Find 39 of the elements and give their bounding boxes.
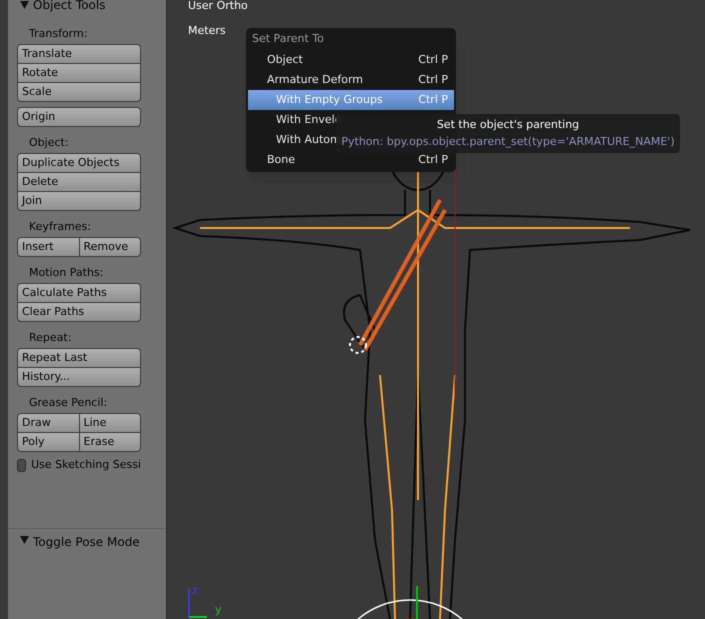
section-label: Grease Pencil: bbox=[28, 397, 108, 411]
section-label: Keyframes: bbox=[28, 221, 92, 235]
tool-button[interactable]: Calculate Paths bbox=[17, 283, 141, 303]
tool-button[interactable]: Erase bbox=[78, 432, 141, 452]
tooltip-text: Set the object's parenting bbox=[436, 117, 580, 133]
axis-label: z bbox=[192, 585, 198, 596]
section-label: Repeat: bbox=[28, 332, 72, 346]
tool-button[interactable]: Line bbox=[78, 413, 141, 433]
units-label: Meters bbox=[188, 22, 226, 38]
collapse-triangle-icon[interactable] bbox=[20, 536, 29, 544]
section-label: Object: bbox=[28, 137, 70, 151]
tool-button[interactable]: Scale bbox=[17, 82, 141, 102]
tool-button[interactable]: History... bbox=[17, 367, 141, 387]
tool-button[interactable]: Clear Paths bbox=[17, 302, 141, 322]
menu-item[interactable]: Bone Ctrl P bbox=[248, 150, 454, 170]
tool-button[interactable]: Join bbox=[17, 191, 141, 211]
tool-button[interactable]: Insert bbox=[17, 237, 80, 257]
section-label: Motion Paths: bbox=[28, 267, 104, 281]
tool-button[interactable]: Translate bbox=[17, 44, 141, 64]
menu-item[interactable]: Armature Deform Ctrl P bbox=[248, 70, 454, 90]
tool-button[interactable]: Origin bbox=[17, 107, 141, 127]
collapse-triangle-icon[interactable] bbox=[20, 1, 29, 9]
checkbox-label: Use Sketching Sessi bbox=[31, 457, 141, 473]
tool-button[interactable]: Repeat Last bbox=[17, 348, 141, 368]
tool-button[interactable]: Duplicate Objects bbox=[17, 153, 141, 173]
axis-label: y bbox=[215, 604, 222, 615]
tooltip-python: Python: bpy.ops.object.parent_set(type='ARMATURE_NAME') bbox=[341, 134, 675, 150]
menu-item[interactable]: Object Ctrl P bbox=[248, 50, 454, 70]
panel-title: Toggle Pose Mode bbox=[33, 536, 140, 548]
view-name: User Ortho bbox=[188, 0, 248, 14]
checkbox[interactable] bbox=[17, 458, 26, 472]
section-label: Transform: bbox=[28, 28, 88, 42]
tool-button[interactable]: Poly bbox=[17, 432, 80, 452]
tool-button[interactable]: Draw bbox=[17, 413, 80, 433]
tool-button[interactable]: Remove bbox=[78, 237, 141, 257]
tool-button[interactable]: Delete bbox=[17, 172, 141, 192]
menu-title: Set Parent To bbox=[251, 30, 325, 47]
panel-title: Object Tools bbox=[33, 0, 106, 11]
tool-button[interactable]: Rotate bbox=[17, 63, 141, 83]
